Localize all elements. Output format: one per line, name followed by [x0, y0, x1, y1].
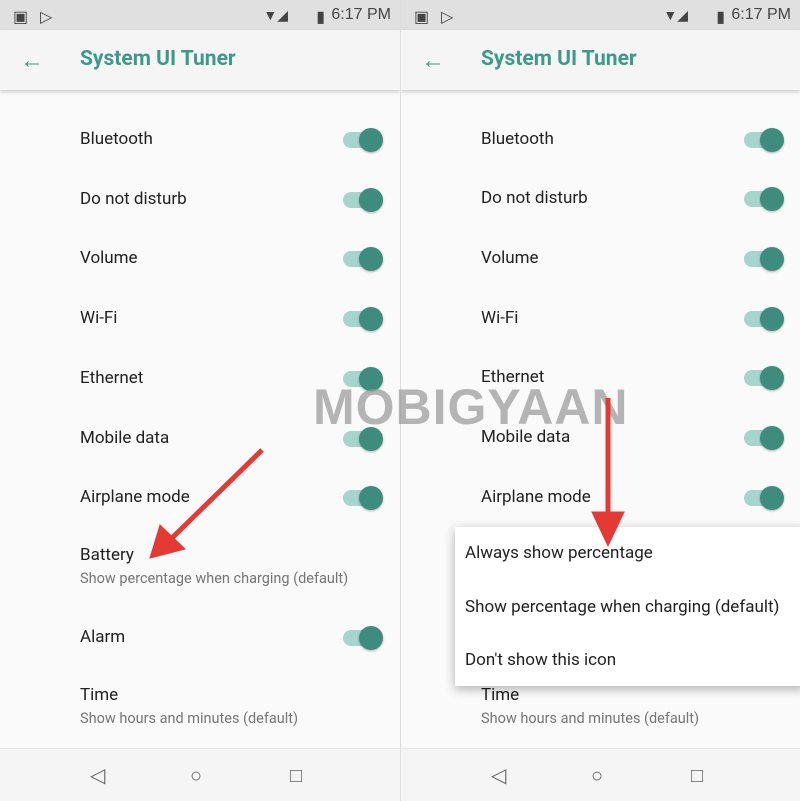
arrow-right — [591, 398, 625, 548]
annotation-arrows — [149, 398, 625, 559]
arrow-left — [149, 448, 264, 559]
